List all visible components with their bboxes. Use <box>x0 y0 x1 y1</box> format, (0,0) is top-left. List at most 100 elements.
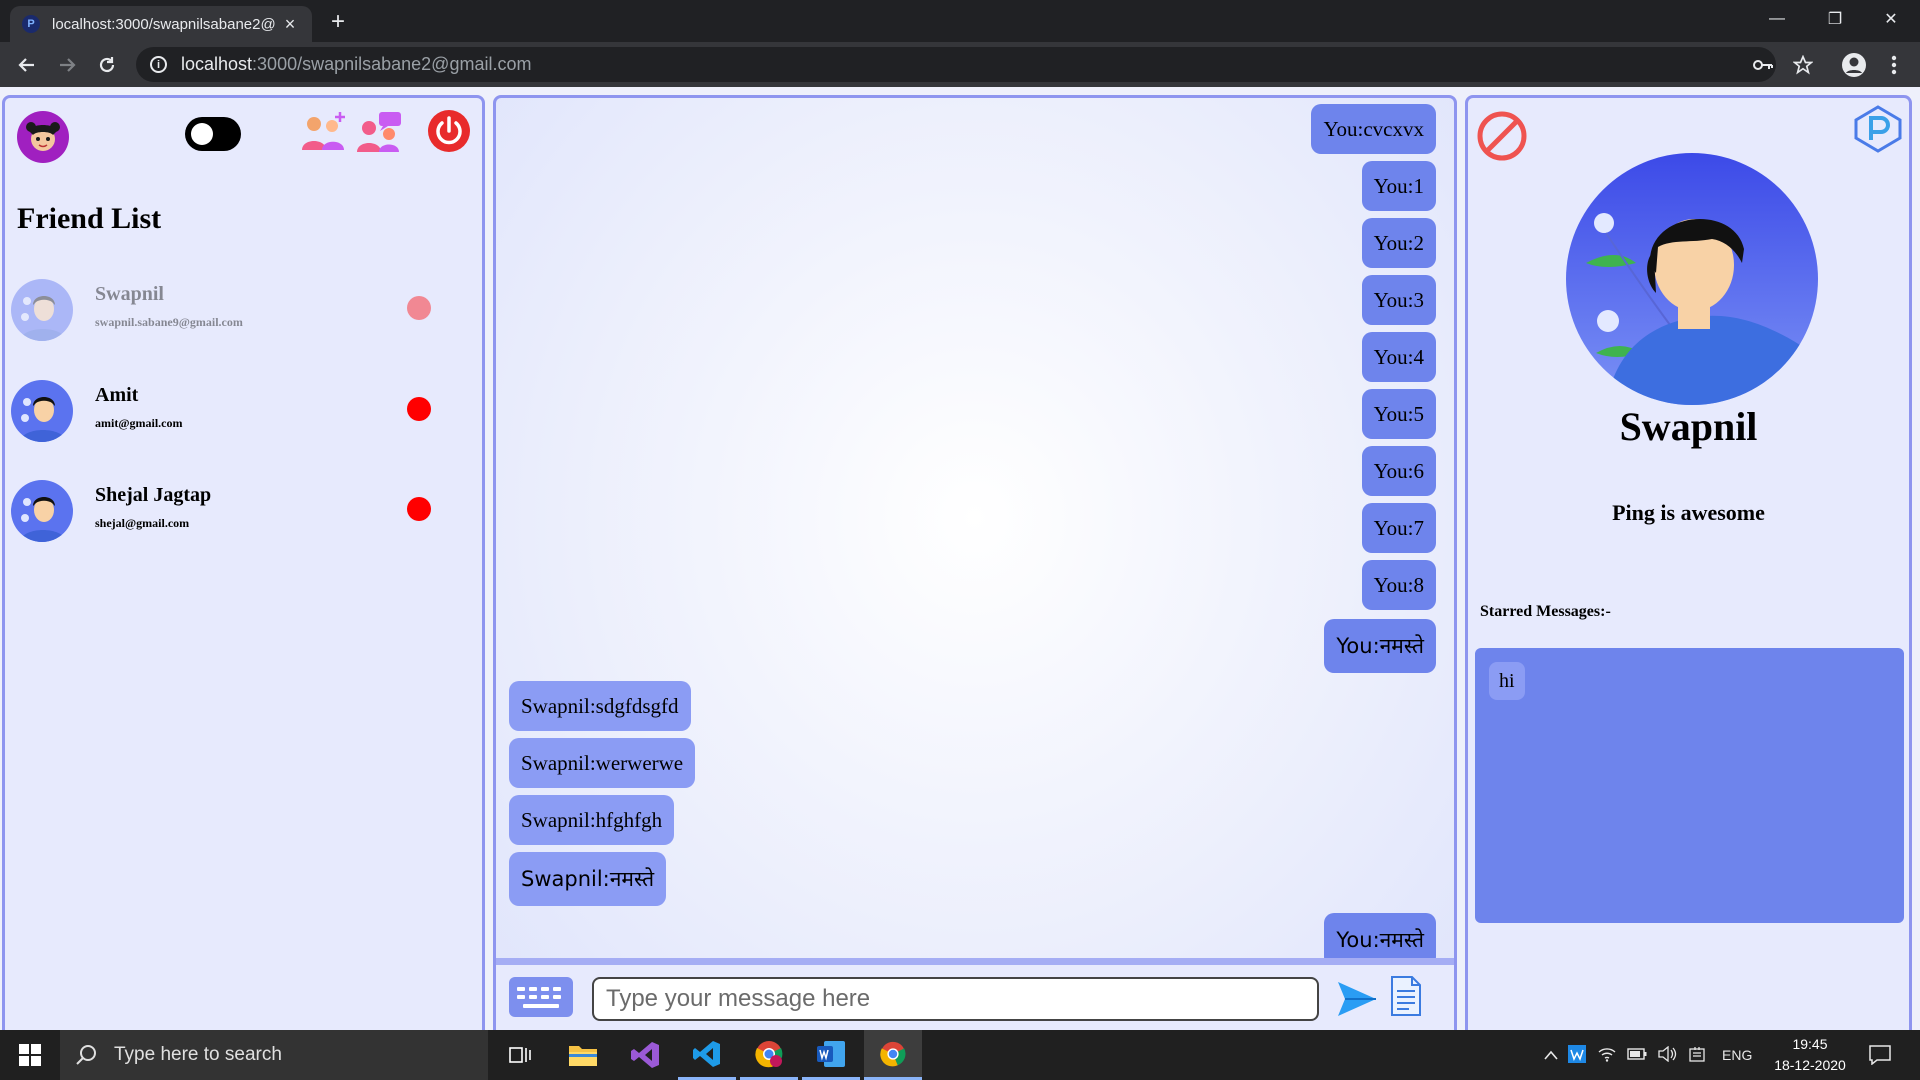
browser-titlebar: P localhost:3000/swapnilsabane2@ × + — ❐… <box>0 0 1920 42</box>
add-friend-button[interactable] <box>300 108 348 159</box>
attach-file-button[interactable] <box>1388 975 1424 1022</box>
chrome-icon <box>880 1041 906 1066</box>
language-indicator[interactable]: ENG <box>1712 1047 1752 1063</box>
forward-button[interactable] <box>50 48 84 82</box>
message-bubble-sent: You:2 <box>1361 218 1436 268</box>
block-user-button[interactable] <box>1476 110 1528 167</box>
starred-messages-box[interactable]: hi <box>1475 648 1904 923</box>
task-view-button[interactable] <box>491 1030 549 1080</box>
key-icon[interactable] <box>1745 47 1780 82</box>
task-view-icon <box>509 1047 531 1063</box>
message-bubble-received: Swapnil:नमस्ते <box>509 852 667 906</box>
block-icon <box>1477 111 1527 161</box>
message-bubble-sent: You:8 <box>1361 560 1436 610</box>
power-icon <box>428 110 470 152</box>
message-bubble-sent: You:नमस्ते <box>1324 619 1436 673</box>
taskbar-vscode[interactable] <box>678 1030 736 1080</box>
reload-icon <box>99 57 115 73</box>
friend-avatar <box>11 279 73 341</box>
tab-close-button[interactable]: × <box>280 14 300 35</box>
forward-arrow-icon <box>60 58 76 72</box>
cartoon-avatar-icon <box>26 122 60 151</box>
search-icon <box>76 1045 96 1065</box>
message-bubble-sent: You:4 <box>1361 332 1436 382</box>
friend-item-swapnil[interactable]: Swapnil swapnil.sabane9@gmail.com <box>11 273 471 343</box>
app-favicon-icon: P <box>22 15 40 33</box>
add-friend-icon <box>302 112 345 150</box>
visual-studio-icon <box>631 1042 659 1068</box>
friend-item-shejal[interactable]: Shejal Jagtap shejal@gmail.com <box>11 474 471 544</box>
message-input[interactable] <box>592 977 1319 1021</box>
keyboard-icon[interactable] <box>509 977 573 1017</box>
profile-account-icon[interactable] <box>1836 47 1871 82</box>
message-bubble-received: Swapnil:hfghfgh <box>509 795 675 845</box>
taskbar-visual-studio[interactable] <box>616 1030 674 1080</box>
reload-button[interactable] <box>90 48 124 82</box>
theme-toggle[interactable] <box>185 117 241 151</box>
status-indicator <box>407 497 431 521</box>
notification-icon <box>1869 1045 1891 1065</box>
taskbar-clock[interactable]: 19:45 18-12-2020 <box>1770 1034 1850 1076</box>
friend-list-panel: Friend List Swapnil swapnil.sabane9@gmai… <box>2 95 485 1030</box>
friend-list-title: Friend List <box>17 202 162 235</box>
browser-menu-icon[interactable] <box>1876 47 1911 82</box>
message-bubble-sent: You:7 <box>1361 503 1436 553</box>
site-info-icon[interactable]: i <box>150 56 167 73</box>
profile-panel: Swapnil Ping is awesome Starred Messages… <box>1465 95 1912 1030</box>
friend-item-amit[interactable]: Amit amit@gmail.com <box>11 374 471 444</box>
friend-email: amit@gmail.com <box>95 416 183 430</box>
search-placeholder: Type here to search <box>114 1044 282 1065</box>
friend-name: Amit <box>95 384 139 406</box>
taskbar-search[interactable]: Type here to search <box>60 1030 488 1080</box>
friend-avatar <box>11 480 73 542</box>
url-path: :3000/swapnilsabane2@gmail.com <box>252 54 532 74</box>
bookmark-star-icon[interactable] <box>1785 47 1820 82</box>
logout-button[interactable] <box>427 109 471 153</box>
profile-picture <box>1566 153 1818 405</box>
url-host: localhost <box>181 54 253 74</box>
chat-panel: You:cvcxvx You:1 You:2 You:3 You:4 You:5… <box>493 95 1457 1030</box>
notification-center-button[interactable] <box>1852 1030 1908 1080</box>
status-indicator <box>407 296 431 320</box>
chrome-profile-icon <box>755 1040 783 1067</box>
message-list[interactable]: You:cvcxvx You:1 You:2 You:3 You:4 You:5… <box>496 98 1454 967</box>
send-button[interactable] <box>1336 980 1378 1023</box>
volume-icon[interactable] <box>1652 1045 1682 1065</box>
starred-message[interactable]: hi <box>1489 662 1525 700</box>
group-chat-button[interactable] <box>355 108 403 159</box>
page: Friend List Swapnil swapnil.sabane9@gmai… <box>0 87 1920 1030</box>
word-icon <box>817 1040 845 1067</box>
address-bar[interactable]: i localhost:3000/swapnilsabane2@gmail.co… <box>136 47 1776 82</box>
clock-date: 18-12-2020 <box>1774 1057 1846 1073</box>
new-tab-button[interactable]: + <box>322 6 354 38</box>
system-tray: ENG <box>1540 1030 1752 1080</box>
back-button[interactable] <box>10 48 44 82</box>
message-bubble-received: Swapnil:sdgfdsgfd <box>509 681 691 731</box>
input-method-icon[interactable] <box>1682 1046 1712 1065</box>
windows-logo-icon <box>19 1044 41 1066</box>
taskbar-chrome-profile[interactable] <box>740 1030 798 1080</box>
tray-app-icon[interactable] <box>1562 1044 1592 1066</box>
chevron-up-icon[interactable] <box>1540 1047 1562 1063</box>
folder-icon <box>569 1046 597 1066</box>
taskbar-file-explorer[interactable] <box>554 1030 612 1080</box>
vscode-icon <box>693 1040 720 1067</box>
wifi-icon[interactable] <box>1592 1046 1622 1065</box>
minimize-button[interactable]: — <box>1748 0 1806 38</box>
taskbar-word[interactable] <box>802 1030 860 1080</box>
close-window-button[interactable]: ✕ <box>1862 0 1920 38</box>
document-icon <box>1391 976 1421 1016</box>
windows-taskbar: Type here to search ENG 19:45 18-12-2020 <box>0 1030 1920 1080</box>
message-composer <box>496 958 1454 1030</box>
friend-name: Swapnil <box>95 283 164 305</box>
tab-title: localhost:3000/swapnilsabane2@ <box>52 15 276 33</box>
restore-button[interactable]: ❐ <box>1806 0 1864 38</box>
message-bubble-sent: You:6 <box>1361 446 1436 496</box>
app-logo-icon <box>1852 104 1904 159</box>
start-button[interactable] <box>0 1030 60 1080</box>
my-avatar[interactable] <box>17 111 69 163</box>
friend-email: swapnil.sabane9@gmail.com <box>95 315 243 329</box>
taskbar-chrome[interactable] <box>864 1030 922 1080</box>
battery-icon[interactable] <box>1622 1047 1652 1063</box>
browser-tab[interactable]: P localhost:3000/swapnilsabane2@ × <box>10 6 312 42</box>
